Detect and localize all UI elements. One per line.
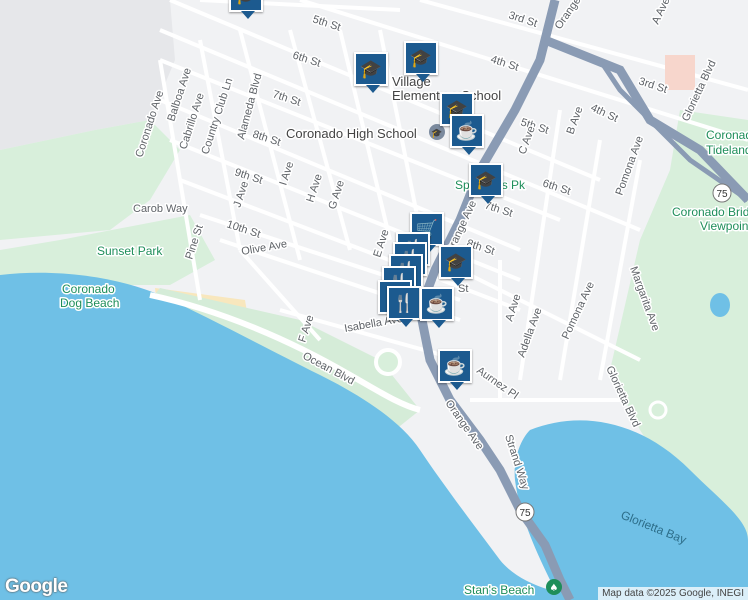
school-icon[interactable]: 🎓 bbox=[469, 163, 503, 204]
coffee-icon[interactable]: ☕ bbox=[438, 349, 472, 390]
label-coronado-bridge: Coronado Bridge bbox=[672, 205, 748, 219]
svg-text:75: 75 bbox=[716, 189, 728, 200]
label-coronado-bridge-2: Viewpoint bbox=[700, 219, 748, 233]
svg-text:♠: ♠ bbox=[550, 583, 559, 594]
label-tidelands-2: Tidelands bbox=[706, 143, 748, 157]
school-icon[interactable]: 🎓 bbox=[354, 52, 388, 93]
stans-beach-icon: ♠ bbox=[546, 579, 562, 595]
google-logo: Google bbox=[5, 576, 68, 597]
svg-text:75: 75 bbox=[519, 508, 531, 519]
restaurant-icon[interactable]: 🍴 bbox=[387, 286, 421, 327]
label-dog-beach: Coronado bbox=[62, 282, 115, 296]
roundabout-2 bbox=[648, 400, 668, 420]
label-dog-beach-2: Dog Beach bbox=[60, 296, 119, 310]
label-sunset-park: Sunset Park bbox=[97, 244, 163, 258]
label-carob: Carob Way bbox=[133, 203, 188, 215]
hwy-75-shield-a: 75 bbox=[712, 183, 732, 203]
map-attribution: Map data ©2025 Google, INEGI bbox=[598, 587, 748, 600]
coffee-icon[interactable]: ☕ bbox=[450, 114, 484, 155]
school-icon[interactable]: 🎓 bbox=[439, 245, 473, 286]
school-icon[interactable]: 🎓 bbox=[229, 0, 263, 19]
label-tidelands: Coronado bbox=[706, 128, 748, 142]
building bbox=[665, 55, 695, 90]
label-coronado-hs: Coronado High School bbox=[286, 126, 417, 141]
coffee-icon[interactable]: ☕ bbox=[420, 287, 454, 328]
hwy-75-shield-b: 75 bbox=[515, 502, 535, 522]
roundabout bbox=[374, 348, 402, 376]
school-poi-icon: 🎓 bbox=[429, 124, 445, 140]
school-icon[interactable]: 🎓 bbox=[404, 41, 438, 82]
pond bbox=[710, 293, 730, 317]
label-stans-beach: Stan's Beach bbox=[464, 583, 534, 597]
svg-text:🎓: 🎓 bbox=[431, 128, 442, 139]
